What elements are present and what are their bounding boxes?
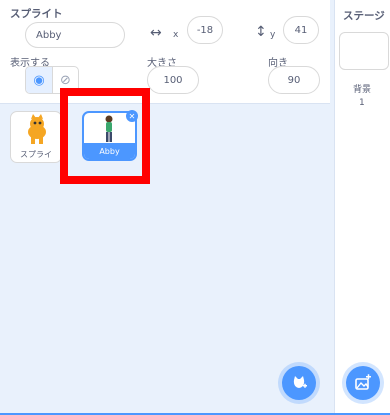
size-value: 100 (163, 74, 183, 86)
selection-highlight-box (60, 88, 150, 184)
image-add-icon (355, 374, 371, 390)
sprite-name-input[interactable]: Abby (25, 22, 125, 48)
direction-value: 90 (287, 74, 301, 86)
x-input[interactable]: -18 (187, 16, 223, 44)
stage-pane: ステージ 背景 1 (334, 0, 390, 415)
cat-add-icon (293, 376, 307, 388)
eye-icon: ◉ (33, 72, 45, 88)
backdrops-label: 背景 (353, 85, 372, 95)
y-label: y (270, 30, 276, 40)
cat-sprite-thumbnail (28, 114, 46, 144)
stage-title: ステージ (343, 10, 385, 22)
show-button[interactable]: ◉ (26, 67, 52, 93)
size-input[interactable]: 100 (147, 66, 199, 94)
backdrops-count: 1 (359, 98, 365, 108)
direction-input[interactable]: 90 (268, 66, 320, 94)
y-input[interactable]: 41 (283, 16, 319, 44)
sprite-name-value: Abby (36, 29, 62, 41)
add-backdrop-button[interactable] (346, 366, 380, 400)
sprite-tile-cat[interactable]: スプライ (10, 111, 62, 163)
y-value: 41 (294, 24, 308, 36)
x-value: -18 (196, 24, 214, 36)
sprite-label: スプライト (10, 8, 63, 20)
stage-thumbnail[interactable] (339, 32, 389, 70)
sprite-info-panel: スプライト Abby ↔ x -18 ↕ y 41 表示する ◉ ⊘ 大きさ 1… (0, 0, 330, 104)
add-sprite-button[interactable] (282, 366, 316, 400)
horizontal-arrow-icon: ↔ (150, 25, 162, 41)
vertical-arrow-icon: ↕ (255, 24, 267, 40)
sprite-tile-label: スプライ (20, 149, 52, 159)
eye-slash-icon: ⊘ (60, 72, 71, 88)
sprite-pane: スプライト Abby ↔ x -18 ↕ y 41 表示する ◉ ⊘ 大きさ 1… (0, 0, 330, 415)
x-label: x (173, 30, 179, 40)
